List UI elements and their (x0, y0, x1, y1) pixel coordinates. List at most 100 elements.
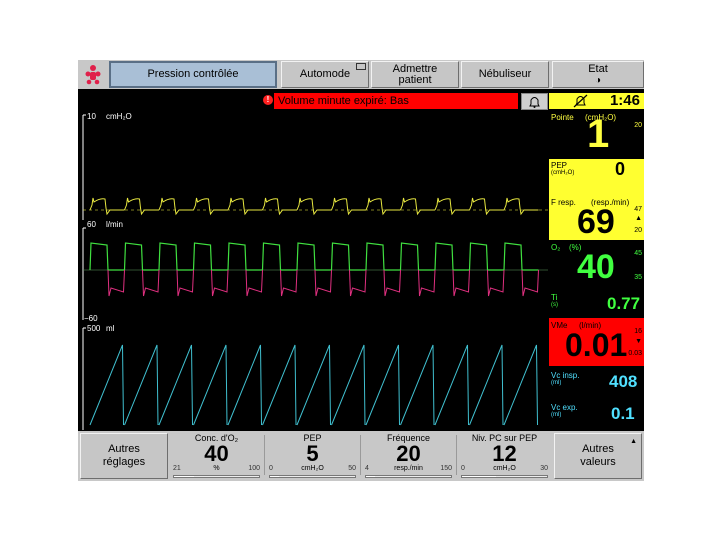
setting-o2-conc[interactable]: Conc. d'O₂ 40 % 21 100 (170, 433, 263, 479)
nebulizer-button[interactable]: Nébuliseur (461, 61, 549, 88)
patient-logo-area (78, 60, 109, 89)
nebulizer-label: Nébuliseur (478, 68, 532, 80)
param-vme[interactable]: VMe (l/min) 16 ▼ 0.03 0.01 (549, 318, 644, 366)
volume-trace (89, 344, 538, 426)
standby-icon: ◑ (594, 74, 602, 86)
flow-waveform (89, 242, 539, 297)
volume-unit: ml (106, 324, 115, 333)
waveform-canvas (82, 114, 548, 430)
state-button[interactable]: Etat ◑ (552, 61, 644, 88)
alarm-banner[interactable]: ! Volume minute expiré: Bas (263, 93, 518, 109)
peak-label: Pointe (551, 113, 574, 122)
admit-patient-button[interactable]: Admettre patient (371, 61, 459, 88)
state-label: Etat (588, 62, 608, 75)
setting-value: 5 (306, 441, 319, 466)
ti-unit: (s) (551, 302, 558, 308)
pressure-scale-top: 10 (87, 112, 96, 121)
setting-unit: cmH₂O (301, 465, 324, 472)
mode-button[interactable]: Pression contrôlée (109, 61, 277, 88)
o2-value: 40 (577, 248, 615, 286)
flow-scale-top: 60 (87, 220, 96, 229)
alarm-silence-timer[interactable]: 1:46 (549, 92, 644, 109)
other-values-line2: valeurs (580, 456, 616, 468)
setting-slider-fill (366, 476, 376, 477)
alarm-arrow-icon: ▲ (635, 215, 642, 222)
volume-waveform (89, 344, 538, 426)
divider (456, 435, 457, 475)
vc-exp-value: 0.1 (611, 404, 635, 423)
pressure-waveform (89, 197, 539, 216)
param-fresp[interactable]: F resp. (resp./min) 47 ▲ 20 69 (549, 195, 644, 241)
alarm-arrow-down-icon: ▼ (635, 338, 642, 345)
ti-value: 0.77 (607, 294, 641, 313)
setting-slider-fill (462, 476, 496, 477)
fresp-limit-high: 47 (634, 206, 642, 213)
o2-limit-high: 45 (634, 250, 642, 257)
other-settings-button[interactable]: Autres réglages (80, 433, 168, 479)
alarm-message: Volume minute expiré: Bas (278, 95, 409, 107)
setting-pc-level[interactable]: Niv. PC sur PEP 12 cmH₂O 0 30 (458, 433, 551, 479)
setting-pep[interactable]: PEP 5 cmH₂O 0 50 (266, 433, 359, 479)
o2-label: O₂ (551, 243, 561, 252)
waveform-area: 10 cmH₂O 60 l/min −60 500 ml (78, 110, 548, 430)
top-toolbar: Pression contrôlée Automode Admettre pat… (78, 60, 644, 89)
setting-value: 12 (492, 441, 517, 466)
pressure-unit: cmH₂O (106, 112, 132, 121)
other-values-button[interactable]: Autres valeurs ▲ (554, 433, 642, 479)
infant-icon (85, 65, 101, 85)
setting-slider-fill (174, 476, 195, 477)
vc-insp-value: 408 (609, 372, 638, 391)
mode-label: Pression contrôlée (147, 68, 239, 80)
setting-frequency[interactable]: Fréquence 20 resp./min 4 150 (362, 433, 455, 479)
other-settings-line1: Autres (108, 443, 140, 455)
bell-icon (529, 97, 540, 108)
setting-min: 4 (365, 465, 369, 472)
setting-max: 100 (248, 465, 260, 472)
setting-value: 40 (204, 441, 229, 466)
peak-limit-high: 20 (634, 122, 642, 129)
divider (264, 435, 265, 475)
alarm-bell-button[interactable] (521, 93, 548, 110)
setting-slider[interactable] (269, 475, 356, 478)
setting-slider[interactable] (365, 475, 452, 478)
vme-limit-high: 16 (634, 328, 642, 335)
flow-unit: l/min (106, 220, 123, 229)
other-settings-line2: réglages (102, 456, 146, 468)
admit-label-line2: patient (398, 73, 432, 86)
flow-insp-trace (89, 242, 539, 271)
param-vc-exp[interactable]: Vc exp. (ml) 0.1 (549, 398, 644, 430)
vc-exp-unit: (ml) (551, 412, 562, 418)
pep-unit: (cmH₂O) (551, 170, 575, 176)
fresp-limit-low: 20 (634, 227, 642, 234)
pressure-trace (89, 197, 539, 216)
bell-muted-icon (573, 94, 588, 108)
vc-insp-unit: (ml) (551, 380, 562, 386)
other-values-line1: Autres (582, 443, 614, 455)
param-peak[interactable]: Pointe (cmH₂O) 20 1 (549, 110, 644, 159)
automode-button[interactable]: Automode (281, 61, 369, 88)
admit-label-line1: Admettre (392, 62, 438, 75)
setting-slider-fill (270, 476, 279, 477)
setting-unit: cmH₂O (493, 465, 516, 472)
setting-slider[interactable] (173, 475, 260, 478)
param-vc-insp[interactable]: Vc insp. (ml) 408 (549, 366, 644, 398)
ventilator-screen: Pression contrôlée Automode Admettre pat… (78, 60, 644, 481)
setting-max: 50 (348, 465, 356, 472)
param-ti[interactable]: Ti (s) 0.77 (549, 288, 644, 316)
setting-max: 150 (440, 465, 452, 472)
setting-slider[interactable] (461, 475, 548, 478)
fresp-label: F resp. (551, 198, 576, 207)
timer-value: 1:46 (609, 92, 640, 109)
param-pep[interactable]: PEP (cmH₂O) 0 (549, 159, 644, 195)
setting-value: 20 (396, 441, 421, 466)
volume-scale-top: 500 (87, 324, 101, 333)
vme-value: 0.01 (565, 327, 628, 363)
setting-max: 30 (540, 465, 548, 472)
setting-min: 21 (173, 465, 181, 472)
vme-limit-low: 0.03 (628, 350, 642, 357)
divider (360, 435, 361, 475)
param-o2[interactable]: O₂ (%) 45 35 40 (549, 240, 644, 288)
bottom-toolbar: Autres réglages Conc. d'O₂ 40 % 21 100 P… (78, 431, 644, 481)
flow-scale-bottom: −60 (84, 314, 98, 323)
setting-min: 0 (269, 465, 273, 472)
